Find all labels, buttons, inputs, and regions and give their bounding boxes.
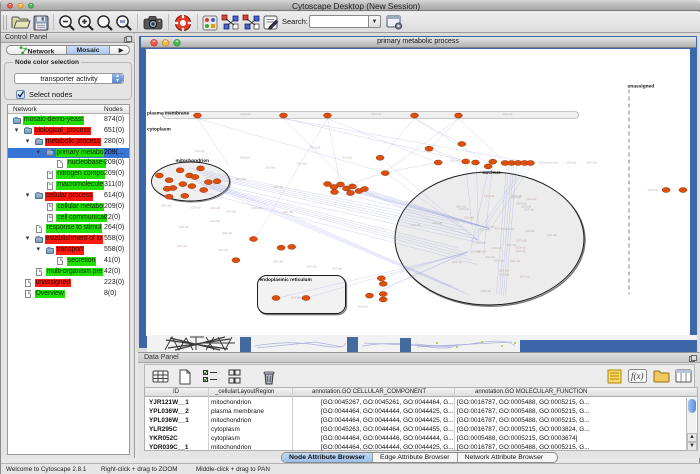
svg-text:(GO-nd): (GO-nd): [177, 244, 187, 248]
svg-text:(GO-nd): (GO-nd): [240, 156, 250, 160]
svg-text:(GO-nd): (GO-nd): [218, 248, 228, 252]
svg-text:(GO-nd): (GO-nd): [283, 210, 293, 214]
svg-text:(GO-nd): (GO-nd): [484, 194, 494, 198]
svg-text:(GO-nd): (GO-nd): [492, 246, 502, 250]
svg-text:(GO-nd): (GO-nd): [516, 245, 526, 249]
svg-text:(GO-nd): (GO-nd): [539, 161, 549, 165]
svg-text:(GO-nd): (GO-nd): [307, 264, 317, 268]
svg-text:(GO-nd): (GO-nd): [332, 266, 342, 270]
svg-text:endoplasmic reticulum: endoplasmic reticulum: [260, 277, 312, 283]
svg-text:(GO-nd): (GO-nd): [567, 161, 577, 165]
svg-text:(GO-nd): (GO-nd): [195, 149, 205, 153]
svg-text:(GO-nd): (GO-nd): [411, 223, 421, 227]
svg-text:(GO-nd): (GO-nd): [311, 146, 321, 150]
svg-text:(GO-nd): (GO-nd): [452, 260, 462, 264]
svg-text:(GO-nd): (GO-nd): [510, 259, 520, 263]
svg-text:(GO-nd): (GO-nd): [291, 296, 301, 300]
svg-text:f(x): f(x): [631, 371, 644, 381]
svg-text:(GO-nd): (GO-nd): [241, 112, 251, 116]
svg-text:(GO-nd): (GO-nd): [236, 177, 246, 181]
svg-text:(GO-nd): (GO-nd): [273, 185, 283, 189]
svg-text:(GO-nd): (GO-nd): [516, 239, 526, 243]
svg-text:(GO-nd): (GO-nd): [252, 206, 262, 210]
svg-text:unassigned: unassigned: [628, 84, 655, 90]
svg-text:(GO-nd): (GO-nd): [495, 227, 505, 231]
svg-text:(GO-nd): (GO-nd): [494, 258, 504, 262]
svg-text:(GO-nd): (GO-nd): [222, 231, 232, 235]
svg-text:(GO-nd): (GO-nd): [476, 241, 486, 245]
svg-text:(GO-nd): (GO-nd): [499, 268, 509, 272]
svg-text:(GO-nd): (GO-nd): [210, 219, 220, 223]
svg-text:(GO-nd): (GO-nd): [450, 159, 460, 163]
svg-text:(GO-nd): (GO-nd): [470, 250, 480, 254]
svg-text:(GO-nd): (GO-nd): [161, 204, 171, 208]
svg-text:(GO-nd): (GO-nd): [503, 112, 513, 116]
svg-text:(GO-nd): (GO-nd): [527, 197, 537, 201]
svg-text:(GO-nd): (GO-nd): [464, 215, 474, 219]
svg-text:(GO-nd): (GO-nd): [505, 227, 515, 231]
svg-text:(GO-nd): (GO-nd): [524, 207, 534, 211]
svg-text:(GO-nd): (GO-nd): [297, 162, 307, 166]
svg-text:(GO-nd): (GO-nd): [210, 206, 220, 210]
svg-text:(GO-nd): (GO-nd): [500, 272, 510, 276]
svg-text:(GO-nd): (GO-nd): [432, 221, 442, 225]
svg-text:(GO-nd): (GO-nd): [456, 205, 466, 209]
svg-text:(GO-nd): (GO-nd): [191, 206, 201, 210]
svg-text:(GO-nd): (GO-nd): [517, 201, 527, 205]
svg-text:(GO-nd): (GO-nd): [179, 225, 189, 229]
svg-text:(GO-nd): (GO-nd): [485, 225, 495, 229]
svg-text:(GO-nd): (GO-nd): [520, 274, 530, 278]
svg-text:mitochondrion: mitochondrion: [176, 158, 210, 164]
svg-text:(GO-nd): (GO-nd): [342, 156, 352, 160]
svg-text:(GO-nd): (GO-nd): [648, 188, 658, 192]
svg-text:(GO-nd): (GO-nd): [525, 229, 535, 233]
svg-text:(GO-nd): (GO-nd): [549, 161, 559, 165]
svg-text:(GO-nd): (GO-nd): [358, 304, 368, 308]
svg-text:(GO-nd): (GO-nd): [481, 289, 491, 293]
svg-text:(GO-nd): (GO-nd): [265, 165, 275, 169]
svg-text:(GO-nd): (GO-nd): [512, 194, 522, 198]
svg-text:(GO-nd): (GO-nd): [226, 210, 236, 214]
svg-text:(GO-nd): (GO-nd): [516, 249, 526, 253]
svg-text:plasma membrane: plasma membrane: [147, 111, 189, 117]
svg-text:(GO-nd): (GO-nd): [587, 161, 597, 165]
svg-text:(GO-nd): (GO-nd): [547, 233, 557, 237]
svg-text:cytoplasm: cytoplasm: [147, 127, 171, 133]
svg-text:(GO-nd): (GO-nd): [372, 112, 382, 116]
svg-text:(GO-nd): (GO-nd): [273, 260, 283, 264]
